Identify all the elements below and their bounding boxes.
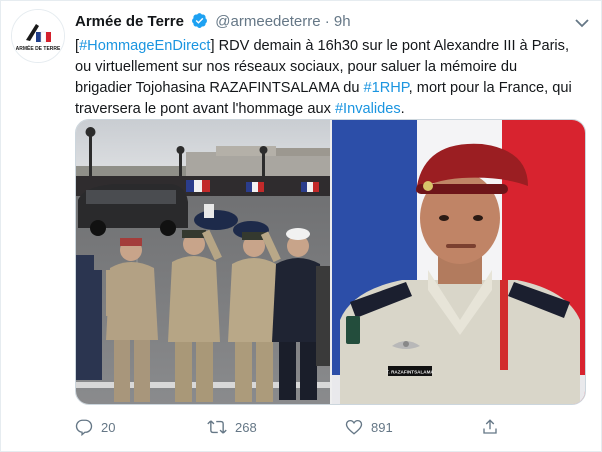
- author-handle[interactable]: @armeedeterre: [215, 13, 320, 30]
- hashtag-link[interactable]: #Invalides: [335, 101, 401, 117]
- tweet-actions: 20 268 891: [75, 415, 587, 439]
- like-count: 891: [371, 419, 393, 435]
- soldier-portrait-photo[interactable]: T. RAZAFINTSALAMA: [332, 120, 585, 404]
- avatar[interactable]: ARMÉE DE TERRE: [11, 9, 65, 63]
- tweet-text-segment: ] RDV demain à 16h30 sur le pont Alexand…: [210, 38, 570, 54]
- retweet-count: 268: [235, 419, 257, 435]
- tweet-text: [#HommageEnDirect] RDV demain à 16h30 su…: [75, 36, 587, 120]
- tweet-text-line: ou virtuellement sur nos réseaux sociaux…: [75, 57, 587, 78]
- chevron-down-icon[interactable]: [575, 15, 589, 33]
- tweet-card[interactable]: ARMÉE DE TERRE Armée de Terre @armeedete…: [0, 0, 602, 452]
- svg-text:ARMÉE DE TERRE: ARMÉE DE TERRE: [16, 44, 61, 52]
- like-button[interactable]: 891: [345, 415, 393, 439]
- media-grid[interactable]: T. RAZAFINTSALAMA: [75, 119, 586, 405]
- ceremony-photo[interactable]: [76, 120, 330, 404]
- tweet-text-segment: , mort pour la France, qui: [408, 80, 572, 96]
- tweet-text-segment: traversera le pont avant l'hommage aux: [75, 101, 335, 117]
- tweet-text-segment: brigadier Tojohasina RAZAFINTSALAMA du: [75, 80, 364, 96]
- tweet-text-segment: ou virtuellement sur nos réseaux sociaux…: [75, 59, 518, 75]
- hashtag-link[interactable]: #HommageEnDirect: [79, 38, 210, 54]
- reply-button[interactable]: 20: [75, 415, 115, 439]
- share-icon: [481, 418, 499, 436]
- verified-badge-icon: [191, 12, 208, 33]
- tweet-text-line: traversera le pont avant l'hommage aux #…: [75, 99, 587, 120]
- tweet-text-line: [#HommageEnDirect] RDV demain à 16h30 su…: [75, 36, 587, 57]
- retweet-button[interactable]: 268: [207, 415, 257, 439]
- tweet-header: Armée de Terre @armeedeterre · 9h: [75, 12, 591, 34]
- hashtag-link[interactable]: #1RHP: [364, 80, 409, 96]
- reply-count: 20: [101, 419, 116, 435]
- timestamp[interactable]: 9h: [334, 13, 351, 30]
- reply-icon: [75, 418, 93, 436]
- name-tag: T. RAZAFINTSALAMA: [386, 370, 434, 375]
- like-icon: [345, 418, 363, 436]
- tweet-text-segment: .: [400, 101, 405, 117]
- armee-de-terre-logo: ARMÉE DE TERRE: [12, 10, 64, 62]
- separator-dot: ·: [324, 13, 330, 30]
- author-name[interactable]: Armée de Terre: [75, 13, 184, 30]
- retweet-icon: [207, 418, 227, 436]
- tweet-text-line: brigadier Tojohasina RAZAFINTSALAMA du #…: [75, 78, 587, 99]
- share-button[interactable]: [481, 415, 499, 439]
